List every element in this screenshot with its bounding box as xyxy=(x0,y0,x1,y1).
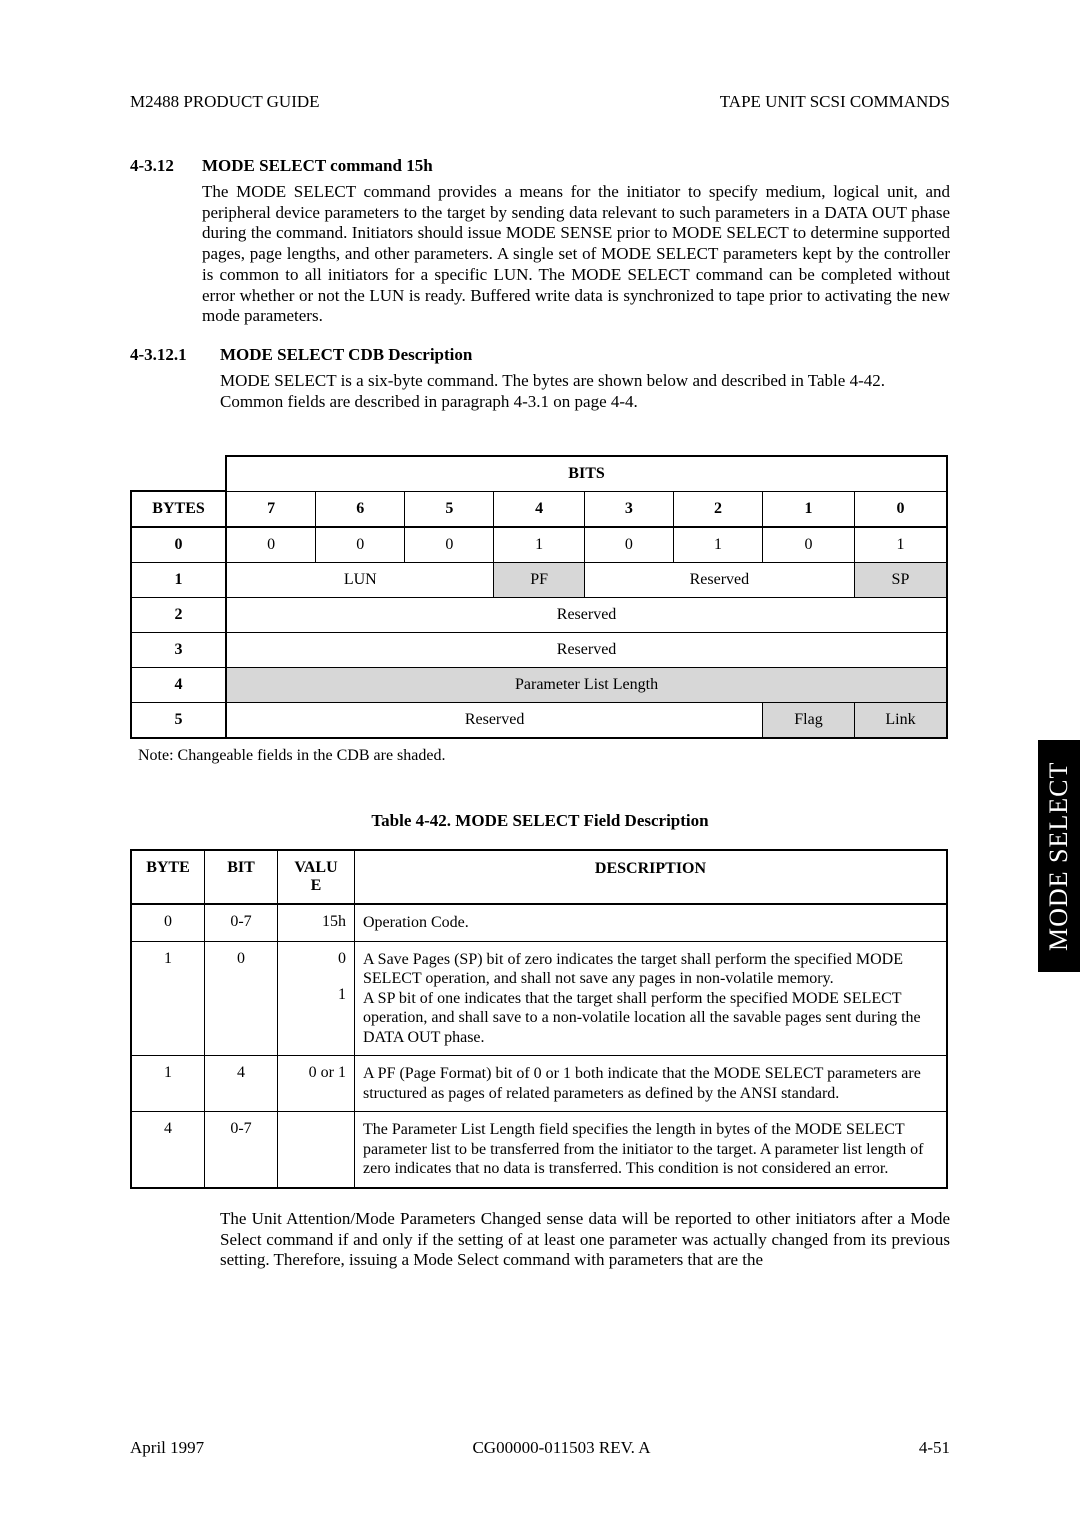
section-paragraph: The MODE SELECT command provides a means… xyxy=(202,182,950,327)
page-footer: April 1997 CG00000-011503 REV. A 4-51 xyxy=(130,1438,950,1458)
desc-value: 15h xyxy=(278,904,355,941)
cdb-note: Note: Changeable fields in the CDB are s… xyxy=(138,747,950,765)
bytes-header: BYTES xyxy=(131,491,226,527)
cdb-cell: Parameter List Length xyxy=(226,668,947,703)
desc-text: A Save Pages (SP) bit of zero indicates … xyxy=(355,941,948,1056)
byte-label: 4 xyxy=(131,668,226,703)
footer-left: April 1997 xyxy=(130,1438,204,1458)
subsection-title: MODE SELECT CDB Description xyxy=(220,345,472,365)
bit-col-header: 6 xyxy=(316,491,405,527)
desc-bit: 0 xyxy=(205,941,278,1056)
cdb-cell: Flag xyxy=(763,703,855,739)
desc-byte: 1 xyxy=(131,941,205,1056)
cdb-cell: 1 xyxy=(854,527,947,563)
cdb-cell: 0 xyxy=(226,527,316,563)
bits-header: BITS xyxy=(226,456,947,492)
desc-table-wrap: BYTEBITVALU EDESCRIPTION00-715hOperation… xyxy=(130,849,950,1189)
byte-label: 2 xyxy=(131,598,226,633)
cdb-cell: 0 xyxy=(405,527,494,563)
byte-label: 5 xyxy=(131,703,226,739)
desc-value: 0 or 1 xyxy=(278,1056,355,1112)
subsection-number: 4-3.12.1 xyxy=(130,345,220,365)
document-page: M2488 PRODUCT GUIDE TAPE UNIT SCSI COMMA… xyxy=(0,0,1080,1528)
bit-col-header: 4 xyxy=(494,491,584,527)
cdb-cell: Reserved xyxy=(226,598,947,633)
bit-col-header: 0 xyxy=(854,491,947,527)
cdb-cell: PF xyxy=(494,563,584,598)
byte-label: 3 xyxy=(131,633,226,668)
desc-header-byte: BYTE xyxy=(131,850,205,904)
cdb-cell: SP xyxy=(854,563,947,598)
cdb-cell: LUN xyxy=(226,563,494,598)
bit-col-header: 1 xyxy=(763,491,855,527)
tail-paragraph: The Unit Attention/Mode Parameters Chang… xyxy=(220,1209,950,1271)
side-tab: MODE SELECT xyxy=(1038,740,1080,972)
cdb-cell: Reserved xyxy=(226,633,947,668)
desc-header-bit: BIT xyxy=(205,850,278,904)
cdb-cell: Reserved xyxy=(226,703,763,739)
desc-value: 0 1 xyxy=(278,941,355,1056)
section-title: MODE SELECT command 15h xyxy=(202,156,433,176)
desc-bit: 4 xyxy=(205,1056,278,1112)
desc-byte: 0 xyxy=(131,904,205,941)
desc-bit: 0-7 xyxy=(205,1112,278,1188)
desc-text: Operation Code. xyxy=(355,904,948,941)
bit-col-header: 3 xyxy=(584,491,673,527)
subsection-heading: 4-3.12.1 MODE SELECT CDB Description xyxy=(130,345,950,365)
desc-text: A PF (Page Format) bit of 0 or 1 both in… xyxy=(355,1056,948,1112)
cdb-cell: 1 xyxy=(494,527,584,563)
cdb-cell: 0 xyxy=(584,527,673,563)
cdb-cell: Link xyxy=(854,703,947,739)
bit-col-header: 5 xyxy=(405,491,494,527)
cdb-cell: 0 xyxy=(763,527,855,563)
footer-right: 4-51 xyxy=(919,1438,950,1458)
header-left: M2488 PRODUCT GUIDE xyxy=(130,92,320,112)
cdb-table-wrap: BITSBYTES765432100000101011LUNPFReserved… xyxy=(130,455,950,740)
page-header: M2488 PRODUCT GUIDE TAPE UNIT SCSI COMMA… xyxy=(130,92,950,112)
desc-byte: 4 xyxy=(131,1112,205,1188)
desc-table-caption: Table 4-42. MODE SELECT Field Descriptio… xyxy=(130,811,950,831)
bit-col-header: 2 xyxy=(673,491,762,527)
desc-table: BYTEBITVALU EDESCRIPTION00-715hOperation… xyxy=(130,849,948,1189)
desc-header-value: VALU E xyxy=(278,850,355,904)
cdb-table: BITSBYTES765432100000101011LUNPFReserved… xyxy=(130,455,948,740)
section-heading: 4-3.12 MODE SELECT command 15h xyxy=(130,156,950,176)
desc-byte: 1 xyxy=(131,1056,205,1112)
cdb-cell: 1 xyxy=(673,527,762,563)
desc-text: The Parameter List Length field specifie… xyxy=(355,1112,948,1188)
desc-header-desc: DESCRIPTION xyxy=(355,850,948,904)
cdb-cell: 0 xyxy=(316,527,405,563)
desc-bit: 0-7 xyxy=(205,904,278,941)
byte-label: 0 xyxy=(131,527,226,563)
footer-center: CG00000-011503 REV. A xyxy=(472,1438,650,1458)
header-right: TAPE UNIT SCSI COMMANDS xyxy=(720,92,950,112)
subsection-paragraph: MODE SELECT is a six-byte command. The b… xyxy=(220,371,950,412)
section-number: 4-3.12 xyxy=(130,156,202,176)
cdb-cell: Reserved xyxy=(584,563,854,598)
desc-value xyxy=(278,1112,355,1188)
byte-label: 1 xyxy=(131,563,226,598)
bit-col-header: 7 xyxy=(226,491,316,527)
